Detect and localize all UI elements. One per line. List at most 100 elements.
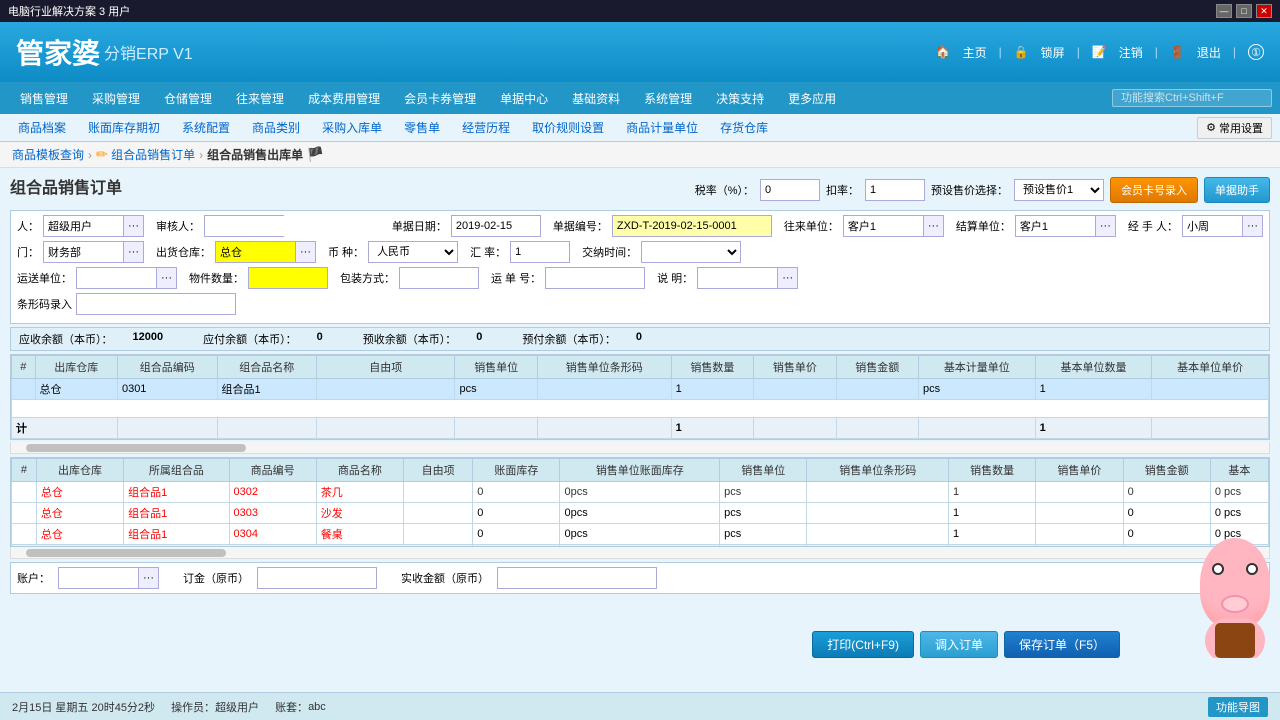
col-sales-unit: 销售单位 [455,356,537,379]
status-datetime: 2月15日 星期五 20时45分2秒 [12,699,155,715]
upper-scroll-thumb[interactable] [26,444,246,452]
exit-link[interactable]: 退出 [1197,44,1221,61]
prepaid2-value: 0 [636,331,642,347]
status-account-label: 账套： [275,699,308,715]
function-map-button[interactable]: 功能导图 [1208,697,1268,717]
actual-amount-input[interactable] [497,567,657,589]
minimize-button[interactable]: — [1216,4,1232,18]
tounit-browse-button[interactable]: ··· [923,215,944,237]
handler-input[interactable] [1182,215,1242,237]
price-select[interactable]: 预设售价1 [1014,179,1104,201]
member-card-button[interactable]: 会员卡号录入 [1110,177,1198,203]
subnav-price-rule[interactable]: 取价规则设置 [522,117,614,138]
nav-decision[interactable]: 决策支持 [704,86,776,111]
exchange-input[interactable] [510,241,570,263]
save-order-button[interactable]: 保存订单（F5） [1004,631,1120,658]
cell-idx [12,379,36,400]
tounit-input[interactable] [843,215,923,237]
lower-row-2[interactable]: 总仓 组合品1 0303 沙发 0 0pcs pcs 1 0 0 pcs [12,503,1269,524]
nav-purchase[interactable]: 采购管理 [80,86,152,111]
settlement-browse-button[interactable]: ··· [1095,215,1116,237]
nav-member[interactable]: 会员卡券管理 [392,86,488,111]
logout-link[interactable]: 注销 [1119,44,1143,61]
lock-link[interactable]: 锁屏 [1041,44,1065,61]
order-assistant-button[interactable]: 单据助手 [1204,177,1270,203]
transtime-select[interactable] [641,241,741,263]
subnav-config[interactable]: 系统配置 [172,117,240,138]
dept-input[interactable] [43,241,123,263]
lower-row-3[interactable]: 总仓 组合品1 0304 餐桌 0 0pcs pcs 1 0 0 pcs [12,524,1269,545]
function-search-input[interactable] [1112,89,1272,107]
order-amount-input[interactable] [257,567,377,589]
itemcount-label: 物件数量： [189,270,244,286]
lcol-price: 销售单价 [1036,459,1123,482]
lcol-warehouse: 出库仓库 [36,459,123,482]
bc-combo-sales-order[interactable]: ✏ 组合品销售订单 [96,146,195,163]
order-no-input[interactable] [612,215,772,237]
date-input[interactable] [451,215,541,237]
cell-warehouse: 总仓 [35,379,117,400]
settlement-input[interactable] [1015,215,1095,237]
lower-scroll-thumb[interactable] [26,549,226,557]
person-input[interactable] [43,215,123,237]
account-browse-button[interactable]: ··· [138,567,159,589]
cell-free[interactable] [317,379,455,400]
handler-browse-button[interactable]: ··· [1242,215,1263,237]
shipno-input[interactable] [545,267,645,289]
person-browse-button[interactable]: ··· [123,215,144,237]
home-link[interactable]: 主页 [963,44,987,61]
info-icon[interactable]: ① [1248,44,1264,60]
nav-voucher[interactable]: 单据中心 [488,86,560,111]
subnav-inventory[interactable]: 账面库存期初 [78,117,170,138]
bc-edit-icon: ✏ [96,146,108,162]
exit-icon[interactable]: 🚪 [1170,45,1185,59]
subnav-history[interactable]: 经营历程 [452,117,520,138]
subnav-purchase-in[interactable]: 采购入库单 [312,117,392,138]
logout-icon[interactable]: 📝 [1092,45,1107,59]
dept-browse-button[interactable]: ··· [123,241,144,263]
shipunit-input[interactable] [76,267,156,289]
receivable-label: 应付余额（本币）： [203,331,297,347]
tax-rate-input[interactable] [760,179,820,201]
subnav-unit[interactable]: 商品计量单位 [616,117,708,138]
packing-label: 包装方式： [340,270,395,286]
warehouse-browse-button[interactable]: ··· [295,241,316,263]
review-input[interactable] [204,215,284,237]
nav-cost[interactable]: 成本费用管理 [296,86,392,111]
nav-more[interactable]: 更多应用 [776,86,848,111]
currency-select[interactable]: 人民币 [368,241,458,263]
col-base-unit: 基本计量单位 [918,356,1035,379]
maximize-button[interactable]: □ [1236,4,1252,18]
home-icon[interactable]: 🏠 [936,45,951,59]
remark-input[interactable] [697,267,777,289]
remark-browse-button[interactable]: ··· [777,267,798,289]
common-settings-button[interactable]: ⚙ 常用设置 [1197,117,1272,139]
lock-icon[interactable]: 🔒 [1014,45,1029,59]
subnav-category[interactable]: 商品类别 [242,117,310,138]
close-button[interactable]: ✕ [1256,4,1272,18]
barcode-input[interactable] [76,293,236,315]
import-order-button[interactable]: 调入订单 [920,631,998,658]
cell-base-price [1152,379,1269,400]
window-controls[interactable]: — □ ✕ [1216,4,1272,18]
upper-table-row[interactable]: 总仓 0301 组合品1 pcs 1 pcs 1 [12,379,1269,400]
settlement-label: 结算单位： [956,218,1011,234]
nav-transactions[interactable]: 往来管理 [224,86,296,111]
nav-system[interactable]: 系统管理 [632,86,704,111]
bc-template-query[interactable]: 商品模板查询 [12,146,84,163]
subnav-stock[interactable]: 存货仓库 [710,117,778,138]
account-input[interactable] [58,567,138,589]
packing-input[interactable] [399,267,479,289]
nav-sales[interactable]: 销售管理 [8,86,80,111]
warehouse-input[interactable] [215,241,295,263]
print-button[interactable]: 打印(Ctrl+F9) [812,631,914,658]
subnav-product-file[interactable]: 商品档案 [8,117,76,138]
subnav-retail[interactable]: 零售单 [394,117,450,138]
col-combo-code: 组合品编码 [117,356,217,379]
nav-warehouse[interactable]: 仓储管理 [152,86,224,111]
nav-basic[interactable]: 基础资料 [560,86,632,111]
lower-row-1[interactable]: 总仓 组合品1 0302 茶几 0 0pcs pcs 1 0 0 pcs [12,482,1269,503]
shipunit-browse-button[interactable]: ··· [156,267,177,289]
itemcount-input[interactable] [248,267,328,289]
discount-input[interactable] [865,179,925,201]
